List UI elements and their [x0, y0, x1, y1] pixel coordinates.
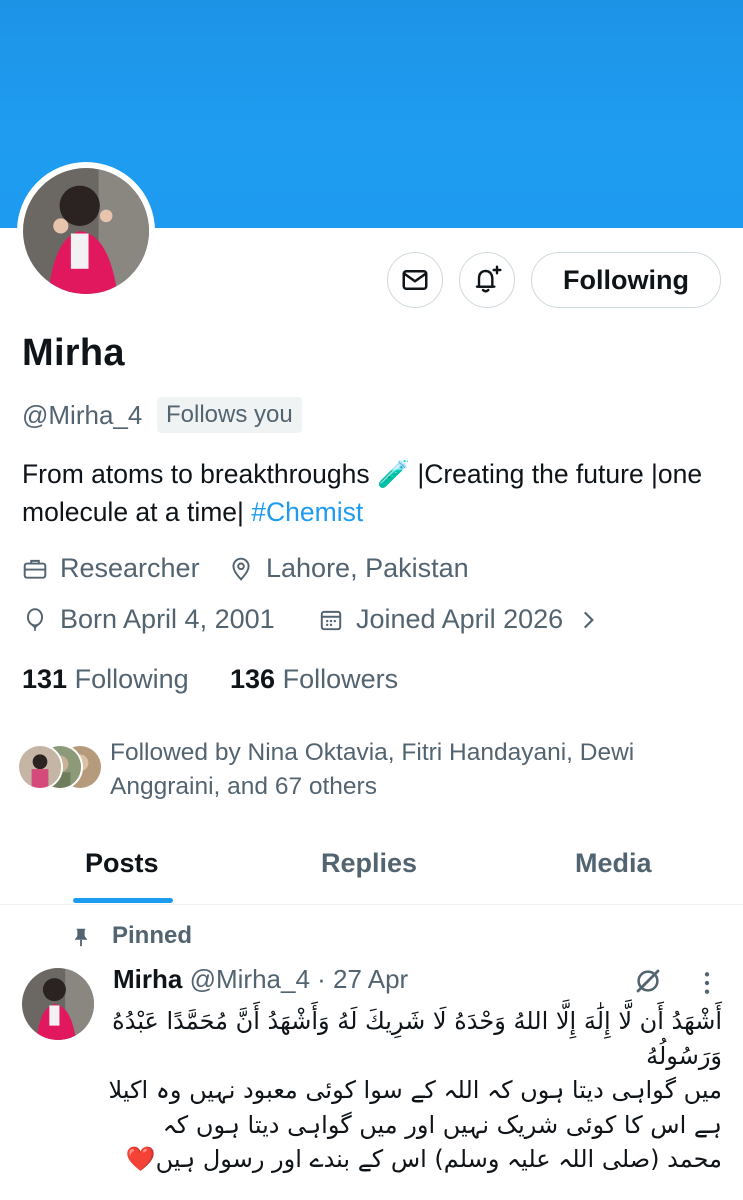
tweet-date[interactable]: 27 Apr	[333, 964, 408, 994]
avatar-photo	[22, 968, 94, 1040]
tab-replies[interactable]: Replies	[321, 848, 417, 879]
profile-name: Mirha	[22, 332, 125, 374]
tabs-divider	[0, 904, 743, 905]
tweet-separator: ·	[317, 964, 326, 994]
joined-item[interactable]: Joined April 2026	[318, 604, 601, 635]
tweet-author-avatar[interactable]	[22, 968, 94, 1040]
tab-media[interactable]: Media	[575, 848, 652, 879]
tab-posts[interactable]: Posts	[85, 848, 159, 879]
followed-by-text[interactable]: Followed by Nina Oktavia, Fitri Handayan…	[110, 736, 710, 804]
followers-you-know-avatars[interactable]	[17, 744, 103, 792]
joined-text: Joined April 2026	[356, 604, 564, 634]
tweet-line: أَشْهَدُ أَن لَّا إِلَٰهَ إِلَّا اللهُ و…	[112, 1007, 722, 1035]
bio-hashtag-link[interactable]: #Chemist	[251, 497, 363, 527]
profile-handle: @Mirha_4	[22, 400, 143, 430]
following-count-link[interactable]: 131 Following	[22, 664, 189, 695]
profession-item: Researcher	[22, 553, 200, 584]
location-text: Lahore, Pakistan	[266, 553, 469, 583]
envelope-icon	[402, 270, 428, 290]
profession-text: Researcher	[60, 553, 200, 583]
following-count: 131	[22, 664, 68, 694]
tweet-author-handle[interactable]: @Mirha_4	[190, 964, 310, 994]
balloon-icon	[26, 607, 44, 631]
profile-bio: From atoms to breakthroughs 🧪 |Creating …	[22, 455, 727, 531]
avatar-photo	[23, 168, 149, 294]
pin-icon	[74, 928, 88, 947]
followers-count: 136	[230, 664, 276, 694]
tweet-text: أَشْهَدُ أَن لَّا إِلَٰهَ إِلَّا اللهُ و…	[108, 1004, 722, 1177]
tweet-line: محمد (صلی اللہ علیہ وسلم) اس کے بندے اور…	[125, 1145, 722, 1173]
birthday-item: Born April 4, 2001	[22, 604, 275, 635]
birthday-text: Born April 4, 2001	[60, 604, 275, 634]
followers-count-link[interactable]: 136 Followers	[230, 664, 398, 695]
calendar-icon	[320, 610, 342, 630]
pinned-label: Pinned	[112, 922, 193, 949]
grok-icon[interactable]	[633, 966, 663, 996]
tweet-line: وَرَسُولُهُ	[646, 1041, 722, 1070]
following-label: Following	[74, 664, 189, 694]
profile-avatar[interactable]	[23, 168, 149, 294]
briefcase-icon	[23, 559, 47, 579]
notifications-button[interactable]	[459, 252, 515, 308]
location-item: Lahore, Pakistan	[228, 553, 469, 584]
tweet-author-name[interactable]: Mirha	[113, 964, 182, 994]
following-button[interactable]: Following	[531, 252, 721, 308]
follows-you-badge: Follows you	[157, 397, 302, 433]
mutual-avatar	[17, 744, 63, 790]
active-tab-indicator	[73, 898, 173, 903]
tweet-line: ہے اس کا کوئی شریک نہیں اور میں گواہی دی…	[162, 1110, 722, 1139]
message-button[interactable]	[387, 252, 443, 308]
more-options-icon[interactable]	[702, 970, 712, 996]
bell-plus-icon	[475, 265, 502, 293]
followers-label: Followers	[282, 664, 399, 694]
chevron-right-icon	[584, 611, 595, 628]
tweet-header: Mirha @Mirha_4 · 27 Apr	[113, 964, 408, 995]
location-pin-icon	[232, 557, 250, 581]
tweet-line: میں گواہی دیتا ہوں کہ اللہ کے سوا کوئی م…	[108, 1076, 722, 1104]
